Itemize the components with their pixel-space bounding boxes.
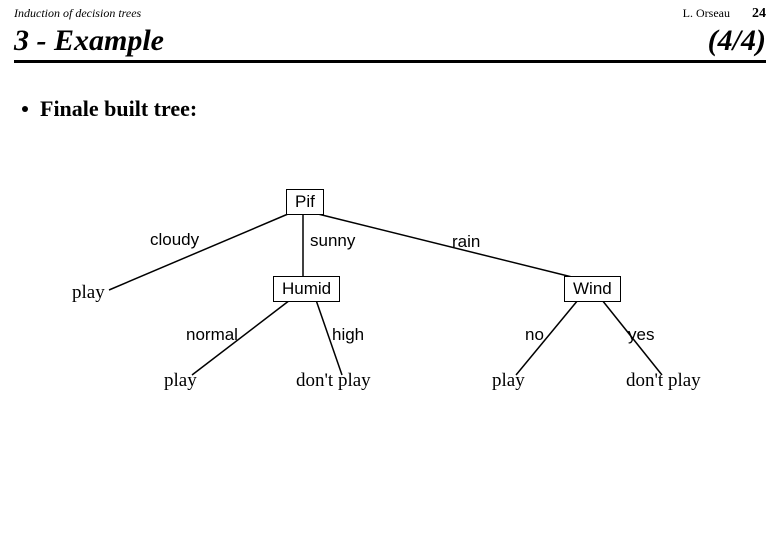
edge-label-sunny: sunny xyxy=(310,231,355,251)
tree-node-humid: Humid xyxy=(273,276,340,302)
leaf-play-no: play xyxy=(492,370,525,392)
node-label: Wind xyxy=(573,279,612,298)
tree-node-wind: Wind xyxy=(564,276,621,302)
leaf-dontplay-high: don't play xyxy=(296,370,371,392)
edge-label-high: high xyxy=(332,325,364,345)
edge-label-yes: yes xyxy=(628,325,654,345)
edge-label-cloudy: cloudy xyxy=(150,230,199,250)
edge-label-normal: normal xyxy=(186,325,238,345)
edge-label-rain: rain xyxy=(452,232,480,252)
edge-label-no: no xyxy=(525,325,544,345)
leaf-play-cloudy: play xyxy=(72,282,105,304)
tree-edges xyxy=(0,0,780,540)
node-label: Humid xyxy=(282,279,331,298)
leaf-dontplay-yes: don't play xyxy=(626,370,701,392)
tree-root-node: Pif xyxy=(286,189,324,215)
leaf-play-normal: play xyxy=(164,370,197,392)
decision-tree-diagram: Pif cloudy sunny rain play Humid normal … xyxy=(0,0,780,540)
node-label: Pif xyxy=(295,192,315,211)
